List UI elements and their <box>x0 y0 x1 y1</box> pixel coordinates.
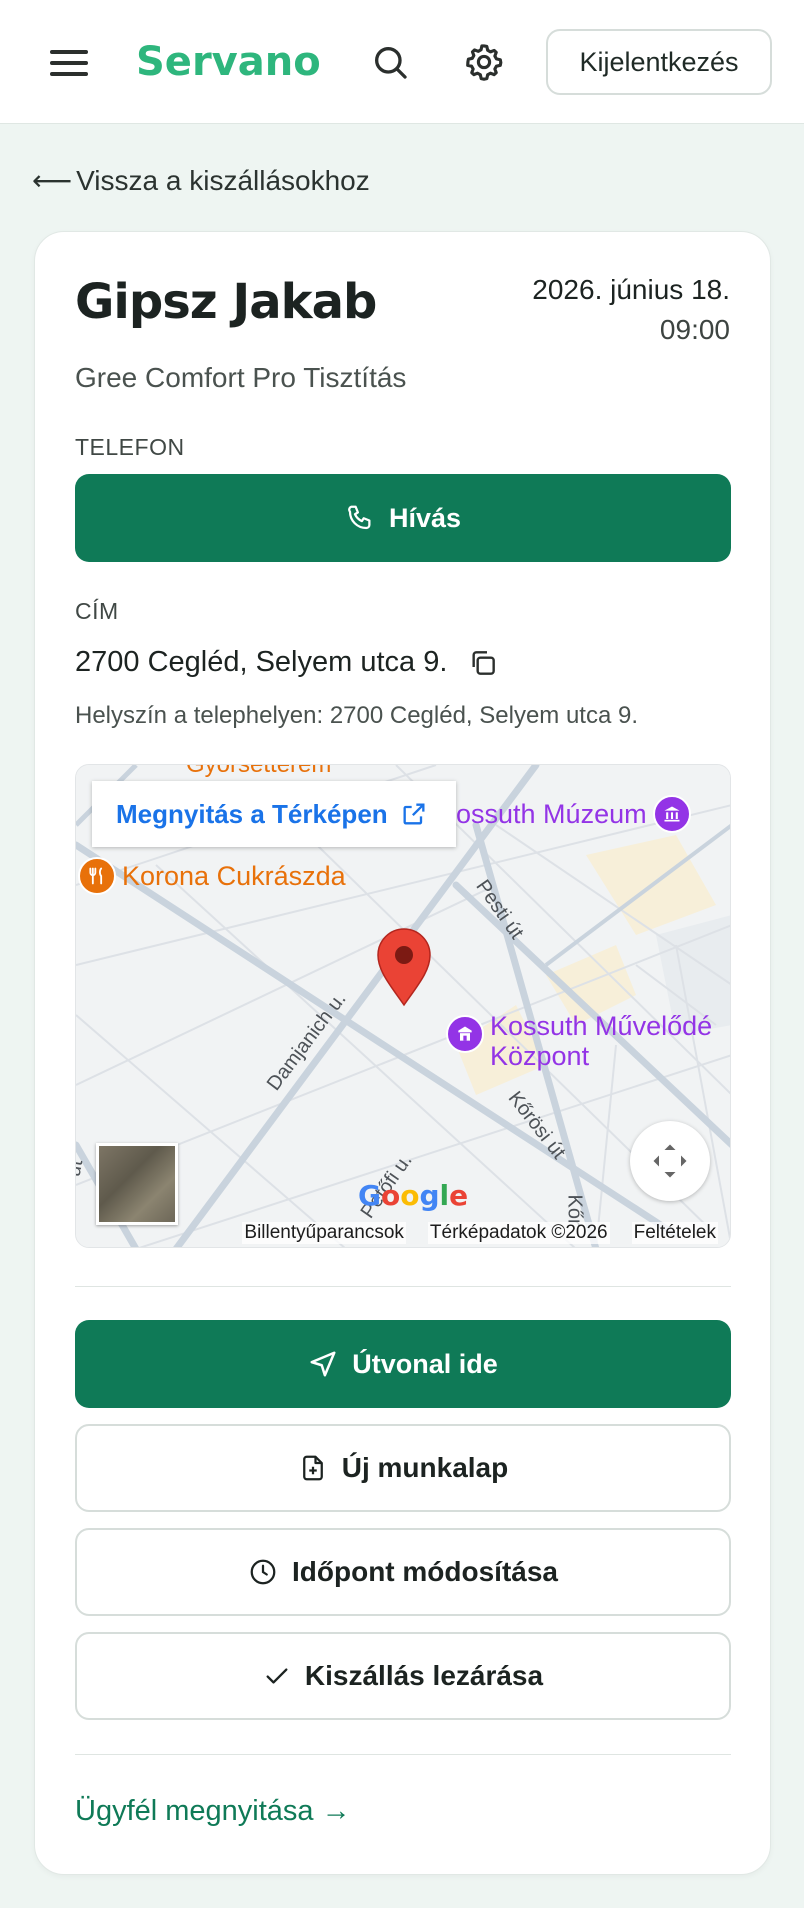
poi-museum[interactable]: Kossuth Múzeum <box>438 795 691 833</box>
menu-icon[interactable] <box>50 48 90 78</box>
poi-cafe-label: Korona Cukrászda <box>122 860 346 891</box>
new-worksheet-label: Új munkalap <box>341 1452 509 1483</box>
new-worksheet-button[interactable]: Új munkalap <box>75 1424 731 1512</box>
fullscreen-icon[interactable] <box>630 1121 710 1201</box>
external-link-icon <box>403 803 425 825</box>
close-visit-label: Kiszállás lezárása <box>304 1660 544 1691</box>
search-icon[interactable] <box>366 38 414 86</box>
satellite-layer-toggle[interactable] <box>96 1143 178 1225</box>
client-name: Gipsz Jakab <box>75 274 377 330</box>
fork-knife-icon <box>78 857 116 895</box>
file-plus-icon <box>302 1455 323 1481</box>
poi-culture-label-2: Központ <box>490 1041 590 1071</box>
divider <box>75 1754 731 1755</box>
reschedule-label: Időpont módosítása <box>292 1556 558 1587</box>
location-note: Helyszín a telephelyen: 2700 Cegléd, Sel… <box>75 702 639 729</box>
call-button[interactable]: Hívás <box>75 474 731 562</box>
open-customer-link[interactable]: Ügyfél megnyitása → <box>75 1795 351 1828</box>
poi-fastfood-label: Gyorsétterem <box>186 764 332 778</box>
copy-icon[interactable] <box>467 647 499 679</box>
open-in-maps-button[interactable]: Megnyitás a Térképen <box>92 781 456 847</box>
terms-link[interactable]: Feltételek <box>631 1222 718 1244</box>
open-in-maps-label: Megnyitás a Térképen <box>116 798 388 829</box>
back-link-label: Vissza a kiszállásokhoz <box>76 164 370 196</box>
poi-culture-text: Kossuth Művelődé Központ <box>490 1011 712 1071</box>
poi-cafe[interactable]: Korona Cukrászda <box>78 857 346 895</box>
visit-date: 2026. június 18. <box>532 274 730 305</box>
route-button[interactable]: Útvonal ide <box>75 1320 731 1408</box>
phone-icon <box>348 505 371 530</box>
route-button-label: Útvonal ide <box>352 1348 498 1379</box>
map-embed[interactable]: Pesti út Damjanich u. Kőrösi út Petőfi u… <box>75 764 731 1248</box>
visit-time: 09:00 <box>659 314 730 345</box>
map-attribution: Billentyűparancsok Térképadatok ©2026 Fe… <box>76 1219 730 1247</box>
poi-culture-center[interactable]: Kossuth Művelődé Központ <box>446 1011 712 1071</box>
back-to-visits-link[interactable]: ⟵ Vissza a kiszállásokhoz <box>32 164 370 197</box>
call-button-label: Hívás <box>388 502 462 533</box>
logout-button[interactable]: Kijelentkezés <box>546 29 772 95</box>
visit-detail-card: Gipsz Jakab 2026. június 18. 09:00 Gree … <box>34 231 771 1875</box>
address-label: CÍM <box>75 598 119 624</box>
poi-culture-label-1: Kossuth Művelődé <box>490 1011 713 1041</box>
close-visit-button[interactable]: Kiszállás lezárása <box>75 1632 731 1720</box>
map-data-credit: Térképadatok ©2026 <box>427 1222 610 1244</box>
top-bar: Servano Kijelentkezés <box>0 0 804 124</box>
service-name: Gree Comfort Pro Tisztítás <box>75 362 407 393</box>
poi-fastfood[interactable]: Gyorsétterem <box>186 764 332 779</box>
brand-logo[interactable]: Servano <box>136 36 321 88</box>
clock-icon <box>250 1559 276 1585</box>
gear-icon[interactable] <box>460 38 508 86</box>
phone-label: TELEFON <box>75 434 185 460</box>
address-text: 2700 Cegléd, Selyem utca 9. <box>75 646 448 678</box>
keyboard-shortcuts-link[interactable]: Billentyűparancsok <box>242 1222 406 1244</box>
museum-icon <box>652 795 691 833</box>
check-icon <box>266 1668 288 1684</box>
arrow-left-icon: ⟵ <box>32 165 73 196</box>
culture-icon <box>446 1015 484 1053</box>
address-row: 2700 Cegléd, Selyem utca 9. <box>75 646 499 679</box>
navigation-icon <box>310 1351 336 1377</box>
reschedule-button[interactable]: Időpont módosítása <box>75 1528 731 1616</box>
google-logo: Google <box>358 1179 469 1212</box>
divider <box>75 1286 731 1287</box>
poi-museum-label: Kossuth Múzeum <box>438 798 647 829</box>
